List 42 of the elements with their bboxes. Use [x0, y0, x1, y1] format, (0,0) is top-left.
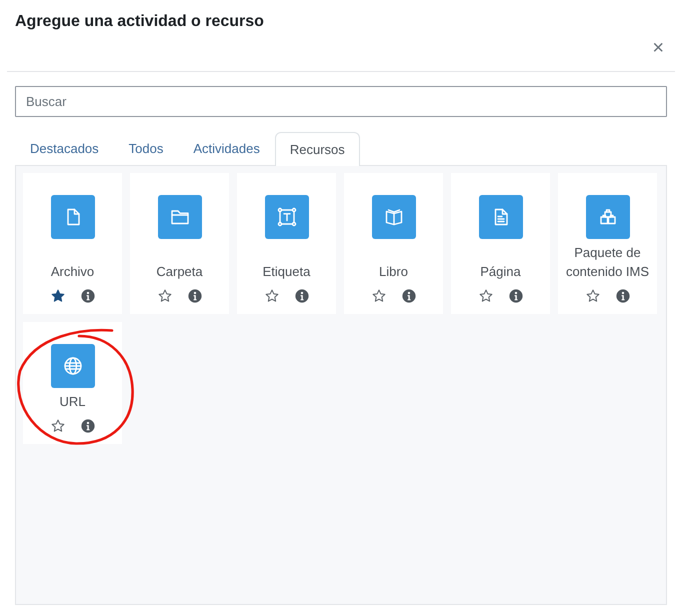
text-frame-icon	[264, 195, 308, 239]
resource-card[interactable]: Carpeta	[130, 173, 229, 314]
boxes-icon	[586, 195, 630, 239]
info-icon[interactable]	[508, 289, 522, 303]
globe-icon	[50, 344, 94, 388]
item-name: Libro	[379, 263, 408, 281]
star-icon[interactable]	[264, 289, 278, 303]
star-icon[interactable]	[372, 289, 386, 303]
book-icon	[372, 195, 416, 239]
star-icon[interactable]	[50, 419, 64, 433]
resource-card[interactable]: URL	[23, 322, 122, 444]
info-icon[interactable]	[616, 289, 630, 303]
resource-card[interactable]: Libro	[344, 173, 443, 314]
resource-card[interactable]: Etiqueta	[237, 173, 336, 314]
info-icon[interactable]	[294, 289, 308, 303]
star-icon[interactable]	[50, 289, 64, 303]
star-icon[interactable]	[158, 289, 172, 303]
item-name: Paquete de contenido IMS	[564, 244, 650, 281]
folder-icon	[158, 195, 202, 239]
item-name: Página	[480, 263, 521, 281]
item-name: URL	[59, 393, 86, 411]
info-icon[interactable]	[402, 289, 416, 303]
info-icon[interactable]	[80, 419, 94, 433]
info-icon[interactable]	[188, 289, 202, 303]
tab[interactable]: Destacados	[15, 131, 114, 165]
info-icon[interactable]	[80, 289, 94, 303]
tab[interactable]: Actividades	[178, 131, 275, 165]
close-button[interactable]: ×	[652, 40, 664, 56]
star-icon[interactable]	[586, 289, 600, 303]
dialog-title: Agregue una actividad o recurso	[15, 13, 265, 31]
item-name: Carpeta	[156, 263, 203, 281]
resource-card[interactable]: Archivo	[23, 173, 122, 314]
resource-card[interactable]: Paquete de contenido IMS	[558, 173, 657, 314]
document-icon	[478, 195, 522, 239]
item-name: Etiqueta	[262, 263, 310, 281]
tab[interactable]: Recursos	[274, 132, 360, 166]
item-name: Archivo	[50, 263, 94, 281]
resource-card[interactable]: Página	[451, 173, 550, 314]
tab[interactable]: Todos	[114, 131, 178, 165]
file-icon	[50, 195, 94, 239]
star-icon[interactable]	[478, 289, 492, 303]
search-field[interactable]: Buscar	[15, 86, 667, 117]
